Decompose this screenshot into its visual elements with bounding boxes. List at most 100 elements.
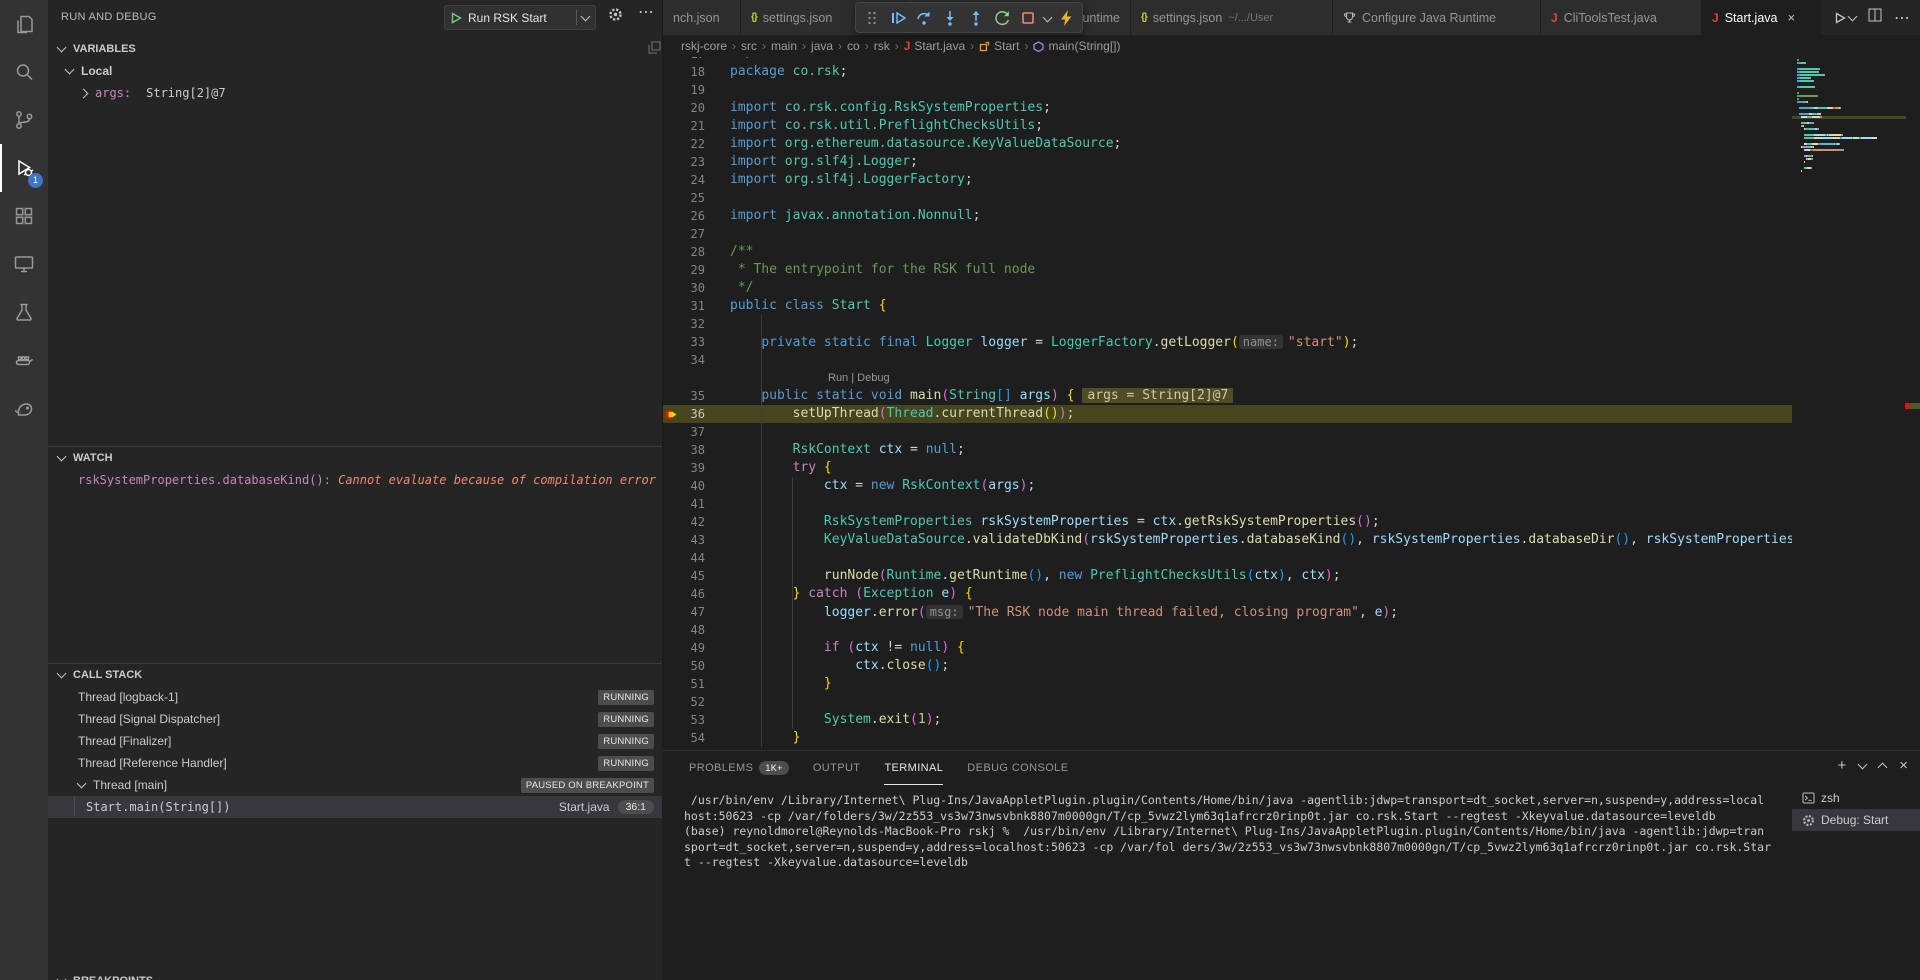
breadcrumb-item[interactable]: JStart.java xyxy=(904,39,965,53)
breakpoint-gutter[interactable] xyxy=(663,585,681,603)
breadcrumb-item[interactable]: rskj-core xyxy=(681,39,727,53)
chevron-down-icon[interactable] xyxy=(1858,759,1868,769)
variables-scope-local[interactable]: Local xyxy=(48,60,662,82)
breadcrumb-item[interactable]: main(String[]) xyxy=(1033,39,1120,53)
search-icon[interactable] xyxy=(0,48,48,96)
more-actions-icon[interactable]: ⋯ xyxy=(1894,8,1910,28)
breakpoint-gutter[interactable] xyxy=(663,63,681,81)
editor-tab[interactable]: JCliToolsTest.java xyxy=(1541,0,1702,35)
breakpoint-gutter[interactable] xyxy=(663,621,681,639)
breakpoint-gutter[interactable] xyxy=(663,477,681,495)
maximize-panel-icon[interactable] xyxy=(1878,762,1888,772)
breakpoint-gutter[interactable] xyxy=(663,351,681,369)
explorer-icon[interactable] xyxy=(0,0,48,48)
chevron-down-icon[interactable] xyxy=(1848,11,1858,21)
editor-tab[interactable]: nch.json xyxy=(663,0,741,35)
watch-expression[interactable]: rskSystemProperties.databaseKind(): Cann… xyxy=(78,469,656,491)
breakpoint-gutter[interactable] xyxy=(663,153,681,171)
chevron-down-icon[interactable] xyxy=(581,11,591,21)
variables-section-header[interactable]: VARIABLES xyxy=(48,38,662,60)
breakpoint-gutter[interactable] xyxy=(663,243,681,261)
breakpoint-gutter[interactable] xyxy=(663,675,681,693)
breakpoint-gutter[interactable] xyxy=(663,729,681,747)
chevron-down-icon[interactable] xyxy=(1042,13,1052,23)
panel-tab-problems[interactable]: PROBLEMS1K+ xyxy=(689,751,789,785)
step-over-icon[interactable] xyxy=(912,5,937,30)
docker-icon[interactable] xyxy=(0,336,48,384)
breadcrumb-item[interactable]: rsk xyxy=(874,39,890,53)
call-stack-thread[interactable]: Thread [Finalizer]RUNNING xyxy=(48,730,662,752)
breakpoint-gutter[interactable] xyxy=(663,261,681,279)
call-stack-thread[interactable]: Thread [Reference Handler]RUNNING xyxy=(48,752,662,774)
panel-tab-terminal[interactable]: TERMINAL xyxy=(884,751,943,785)
call-stack-thread[interactable]: Thread [logback-1]RUNNING xyxy=(48,686,662,708)
breakpoint-gutter[interactable] xyxy=(663,657,681,675)
breakpoint-gutter[interactable] xyxy=(663,567,681,585)
close-icon[interactable]: × xyxy=(1788,10,1796,25)
editor-tab[interactable]: Configure Java Runtime xyxy=(1333,0,1541,35)
overview-ruler[interactable] xyxy=(1905,57,1920,750)
breakpoint-gutter[interactable] xyxy=(663,441,681,459)
breakpoint-gutter[interactable] xyxy=(663,693,681,711)
breakpoint-gutter[interactable] xyxy=(663,333,681,351)
split-editor-icon[interactable] xyxy=(1868,8,1882,27)
close-panel-icon[interactable]: × xyxy=(1899,757,1908,774)
run-debug-codelens[interactable]: Run | Debug xyxy=(705,369,890,387)
breakpoint-gutter[interactable] xyxy=(663,495,681,513)
breakpoint-gutter[interactable] xyxy=(663,711,681,729)
call-stack-section-header[interactable]: CALL STACK xyxy=(48,664,662,686)
breakpoint-gutter[interactable] xyxy=(663,279,681,297)
editor-tab[interactable]: JStart.java× xyxy=(1702,0,1821,35)
drag-grip-icon[interactable] xyxy=(860,5,885,30)
terminal-output[interactable]: /usr/bin/env /Library/Internet\ Plug-Ins… xyxy=(684,793,1785,871)
run-and-debug-icon[interactable]: 1 xyxy=(0,144,48,192)
breakpoint-gutter[interactable] xyxy=(663,297,681,315)
code-editor[interactable]: 17 */18package co.rsk;1920import co.rsk.… xyxy=(663,57,1920,750)
variable-args[interactable]: args: String[2]@7 xyxy=(48,82,662,104)
breadcrumb-item[interactable]: Start xyxy=(979,39,1019,53)
stop-icon[interactable] xyxy=(1016,5,1041,30)
editor-tab[interactable]: {}settings.json~/.../User xyxy=(1131,0,1333,35)
breadcrumb-item[interactable]: main xyxy=(771,39,797,53)
run-java-button[interactable] xyxy=(1835,12,1856,24)
hot-code-replace-lightning-icon[interactable] xyxy=(1054,5,1079,30)
stack-frame-selected[interactable]: Start.main(String[])Start.java36:1 xyxy=(48,796,662,818)
breakpoint-gutter[interactable] xyxy=(663,549,681,567)
call-stack-thread[interactable]: Thread [Signal Dispatcher]RUNNING xyxy=(48,708,662,730)
breakpoint-gutter[interactable] xyxy=(663,99,681,117)
breakpoint-gutter[interactable] xyxy=(663,117,681,135)
gradle-icon[interactable] xyxy=(0,384,48,432)
breakpoint-gutter[interactable] xyxy=(663,513,681,531)
breakpoint-gutter[interactable] xyxy=(663,171,681,189)
extensions-icon[interactable] xyxy=(0,192,48,240)
breakpoint-gutter[interactable] xyxy=(663,189,681,207)
breakpoint-paused-icon[interactable] xyxy=(663,405,681,423)
breadcrumb-item[interactable]: java xyxy=(811,39,833,53)
breadcrumb-item[interactable]: co xyxy=(847,39,860,53)
breakpoint-gutter[interactable] xyxy=(663,81,681,99)
terminal-process-zsh[interactable]: zsh xyxy=(1792,787,1920,809)
more-actions-icon[interactable]: ⋯ xyxy=(638,2,654,22)
breakpoint-gutter[interactable] xyxy=(663,639,681,657)
testing-beaker-icon[interactable] xyxy=(0,288,48,336)
remote-explorer-icon[interactable] xyxy=(0,240,48,288)
call-stack-thread[interactable]: Thread [main]PAUSED ON BREAKPOINT xyxy=(48,774,662,796)
breakpoint-gutter[interactable] xyxy=(663,315,681,333)
breakpoint-gutter[interactable] xyxy=(663,603,681,621)
source-control-icon[interactable] xyxy=(0,96,48,144)
continue-icon[interactable] xyxy=(886,5,911,30)
panel-tab-output[interactable]: OUTPUT xyxy=(813,751,861,785)
step-into-icon[interactable] xyxy=(938,5,963,30)
breakpoint-gutter[interactable] xyxy=(663,369,681,387)
panel-tab-debug-console[interactable]: DEBUG CONSOLE xyxy=(967,751,1068,785)
new-terminal-icon[interactable]: + xyxy=(1837,757,1846,774)
step-out-icon[interactable] xyxy=(964,5,989,30)
restart-icon[interactable] xyxy=(990,5,1015,30)
watch-section-header[interactable]: WATCH xyxy=(48,447,662,469)
breakpoint-gutter[interactable] xyxy=(663,207,681,225)
breakpoint-gutter[interactable] xyxy=(663,135,681,153)
minimap[interactable] xyxy=(1792,57,1906,750)
launch-config-dropdown[interactable]: Run RSK Start xyxy=(444,5,596,30)
breakpoints-section-header[interactable]: BREAKPOINTS xyxy=(48,970,662,980)
breakpoint-gutter[interactable] xyxy=(663,225,681,243)
